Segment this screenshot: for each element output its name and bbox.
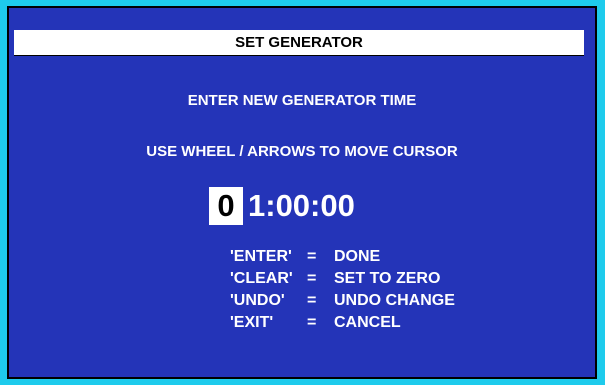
key-action: SET TO ZERO (334, 270, 441, 287)
key-action: DONE (334, 248, 381, 265)
key-row-undo: 'UNDO' = UNDO CHANGE (230, 292, 455, 314)
key-row-clear: 'CLEAR' = SET TO ZERO (230, 270, 455, 292)
equals-sign: = (307, 270, 317, 287)
key-action: CANCEL (334, 314, 401, 331)
key-label: 'ENTER' (230, 248, 292, 265)
key-label: 'CLEAR' (230, 270, 293, 287)
equals-sign: = (307, 248, 317, 265)
instruction-enter-time: ENTER NEW GENERATOR TIME (187, 92, 417, 109)
cursor-digit[interactable]: 0 (209, 187, 243, 225)
key-row-exit: 'EXIT' = CANCEL (230, 314, 455, 336)
key-label: 'EXIT' (230, 314, 274, 331)
time-value: 1:00:00 (248, 188, 355, 223)
equals-sign: = (307, 314, 317, 331)
key-label: 'UNDO' (230, 292, 285, 309)
equals-sign: = (307, 292, 317, 309)
key-action: UNDO CHANGE (334, 292, 455, 309)
generator-time-editor[interactable]: 0 1:00:00 (209, 186, 355, 226)
key-row-enter: 'ENTER' = DONE (230, 248, 455, 270)
instruction-move-cursor: USE WHEEL / ARROWS TO MOVE CURSOR (146, 143, 458, 160)
key-legend: 'ENTER' = DONE 'CLEAR' = SET TO ZERO 'UN… (230, 248, 455, 336)
dialog-title: SET GENERATOR (14, 30, 584, 56)
